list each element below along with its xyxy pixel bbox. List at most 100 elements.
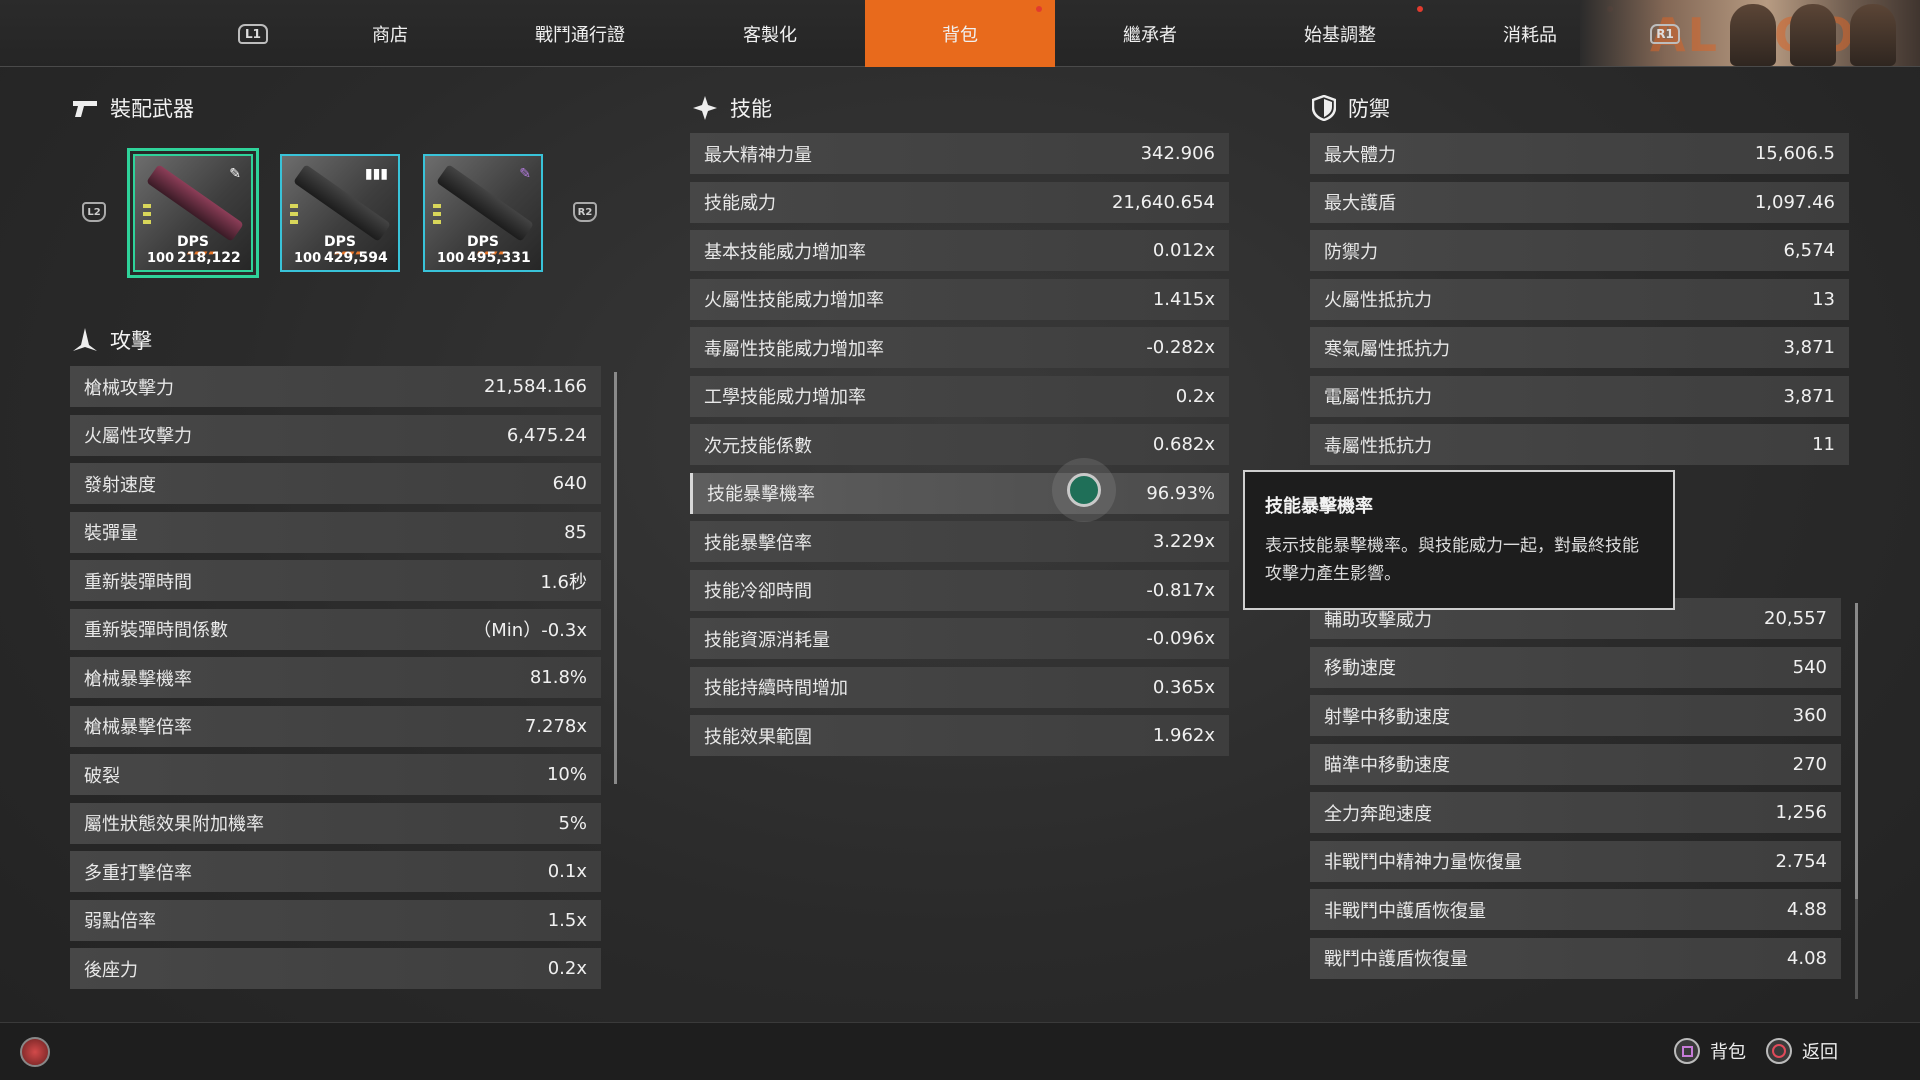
banner-character-image xyxy=(1850,4,1896,66)
tab-inventory[interactable]: 背包 xyxy=(865,0,1055,67)
defense-scrollbar[interactable] xyxy=(1855,603,1858,999)
weapons-section-header: 裝配武器 xyxy=(72,93,194,123)
inventory-button[interactable]: 背包 xyxy=(1674,1038,1746,1064)
stat-row-fire-skill-modifier: 火屬性技能威力增加率 1.415x xyxy=(690,278,1229,320)
stat-row-toxic-resistance: 毒屬性抵抗力 11 xyxy=(1310,424,1849,465)
ammo-type-icon: ✎ xyxy=(229,166,241,182)
weapon-slot-2[interactable]: ▰▰▰▰ ▮▮▮ 100 DPS 429,594 xyxy=(280,154,400,272)
defense-scroll-thumb[interactable] xyxy=(1855,603,1858,899)
skill-title: 技能 xyxy=(730,97,772,121)
stat-row-tech-skill-modifier: 工學技能威力增加率 0.2x xyxy=(690,375,1229,417)
stat-row-skill-cooldown: 技能冷卻時間 -0.817x xyxy=(690,569,1229,611)
stat-row-skill-range: 技能效果範圍 1.962x xyxy=(690,715,1229,756)
stat-row-out-of-combat-shield-recovery: 非戰鬥中護盾恢復量 4.88 xyxy=(1310,889,1841,930)
weapon-dps: DPS 495,331 xyxy=(467,234,531,266)
stat-row-sprint-speed: 全力奔跑速度 1,256 xyxy=(1310,792,1841,833)
cursor-dot xyxy=(1067,473,1101,507)
attack-title: 攻擊 xyxy=(110,329,152,353)
stat-row-magazine: 裝彈量 85 xyxy=(70,511,601,553)
tab-descendants[interactable]: 繼承者 xyxy=(1055,0,1245,67)
skill-icon xyxy=(693,96,717,120)
tooltip-title: 技能暴擊機率 xyxy=(1265,496,1373,517)
r2-trigger-icon[interactable]: R2 xyxy=(573,202,597,222)
stat-row-skill-duration: 技能持續時間增加 0.365x xyxy=(690,666,1229,708)
back-button-label: 返回 xyxy=(1802,1042,1838,1063)
stat-row-reload-time: 重新裝彈時間 1.6秒 xyxy=(70,560,601,601)
inventory-button-label: 背包 xyxy=(1710,1042,1746,1063)
circle-button-icon xyxy=(1766,1038,1792,1064)
stat-row-defense: 防禦力 6,574 xyxy=(1310,230,1849,271)
stat-row-crit-damage: 槍械暴擊倍率 7.278x xyxy=(70,705,601,747)
back-button[interactable]: 返回 xyxy=(1766,1038,1838,1064)
event-banner[interactable]: AL BOON xyxy=(1580,0,1920,66)
stat-row-rupture: 破裂 10% xyxy=(70,754,601,795)
attack-scroll-thumb[interactable] xyxy=(614,372,617,784)
stat-row-reload-modifier: 重新裝彈時間係數 （Min）-0.3x xyxy=(70,608,601,650)
stat-row-skill-power: 技能威力 21,640.654 xyxy=(690,181,1229,223)
weapon-slot-3[interactable]: ▰▰▰▰ ✎ 100 DPS 495,331 xyxy=(423,154,543,272)
grade-bars xyxy=(290,204,298,228)
stat-row-fire-rate: 發射速度 640 xyxy=(70,463,601,504)
top-nav-bar: L1 商店 戰鬥通行證 客製化 背包 繼承者 始基調整 消耗品 AL BOON … xyxy=(0,0,1920,67)
ammo-type-icon: ▮▮▮ xyxy=(364,166,388,182)
tab-customize[interactable]: 客製化 xyxy=(675,0,865,67)
defense-stats-list-top[interactable]: 最大體力 15,606.5 最大護盾 1,097.46 防禦力 6,574 火屬性抵抗… xyxy=(1310,133,1849,473)
stat-row-electric-resistance: 電屬性抵抗力 3,871 xyxy=(1310,375,1849,417)
grade-bars xyxy=(143,204,151,228)
defense-title: 防禦 xyxy=(1348,97,1390,121)
weapon-level: 100 xyxy=(147,251,175,266)
weapon-dps: DPS 429,594 xyxy=(324,234,388,266)
attack-stats-list[interactable]: 槍械攻擊力 21,584.166 火屬性攻擊力 6,475.24 發射速度 640 裝… xyxy=(70,366,601,997)
l2-trigger-icon[interactable]: L2 xyxy=(82,202,106,222)
stat-row-dimension-skill-modifier: 次元技能係數 0.682x xyxy=(690,424,1229,465)
stat-row-skill-crit-rate[interactable]: 技能暴擊機率 96.93% xyxy=(690,472,1229,514)
stat-row-weak-point: 弱點倍率 1.5x xyxy=(70,899,601,941)
weapons-title: 裝配武器 xyxy=(110,97,194,121)
stat-row-max-shield: 最大護盾 1,097.46 xyxy=(1310,181,1849,223)
notification-dot xyxy=(1417,6,1423,12)
stat-row-out-of-combat-mp-recovery: 非戰鬥中精神力量恢復量 2.754 xyxy=(1310,840,1841,882)
stat-row-max-hp: 最大體力 15,606.5 xyxy=(1310,133,1849,174)
stat-row-status-chance: 屬性狀態效果附加機率 5% xyxy=(70,802,601,844)
controller-cursor[interactable] xyxy=(1052,458,1116,522)
notification-dot xyxy=(1036,6,1042,12)
weapon-level: 100 xyxy=(437,251,465,266)
banner-character-image xyxy=(1730,4,1776,66)
stat-tooltip: 技能暴擊機率 表示技能暴擊機率。與技能威力一起，對最終技能攻擊力產生影響。 xyxy=(1243,470,1675,610)
stat-row-toxic-skill-modifier: 毒屬性技能威力增加率 -0.282x xyxy=(690,327,1229,368)
stat-row-max-mp: 最大精神力量 342.906 xyxy=(690,133,1229,174)
l1-bumper-icon[interactable]: L1 xyxy=(238,24,268,44)
stat-row-chill-resistance: 寒氣屬性抵抗力 3,871 xyxy=(1310,327,1849,368)
stat-row-fire-resistance: 火屬性抵抗力 13 xyxy=(1310,278,1849,320)
weapon-dps: DPS 218,122 xyxy=(177,234,241,266)
defense-stats-list-bottom[interactable]: 輔助攻擊威力 20,557 移動速度 540 射擊中移動速度 360 瞄準中移動速度 2… xyxy=(1310,598,1841,986)
stat-row-skill-crit-damage: 技能暴擊倍率 3.229x xyxy=(690,521,1229,562)
stat-row-crit-rate: 槍械暴擊機率 81.8% xyxy=(70,657,601,698)
tab-shop[interactable]: 商店 xyxy=(295,0,485,67)
r1-bumper-icon[interactable]: R1 xyxy=(1650,24,1680,44)
skill-section-header: 技能 xyxy=(692,93,772,123)
square-button-icon xyxy=(1674,1038,1700,1064)
attack-section-header: 攻擊 xyxy=(72,325,152,355)
stat-row-fire-attack: 火屬性攻擊力 6,475.24 xyxy=(70,414,601,456)
stat-row-move-speed: 移動速度 540 xyxy=(1310,646,1841,688)
weapon-slot-1[interactable]: ▰▰▰▰ ✎ 100 DPS 218,122 xyxy=(127,148,259,278)
stat-row-recoil: 後座力 0.2x xyxy=(70,948,601,989)
banner-character-image xyxy=(1790,4,1836,66)
descendant-avatar-icon[interactable] xyxy=(20,1037,50,1067)
stat-row-gun-attack: 槍械攻擊力 21,584.166 xyxy=(70,366,601,407)
ammo-type-icon: ✎ xyxy=(519,166,531,182)
stat-row-skill-cost: 技能資源消耗量 -0.096x xyxy=(690,618,1229,659)
defense-section-header: 防禦 xyxy=(1312,93,1390,123)
stat-row-aiming-move-speed: 瞄準中移動速度 270 xyxy=(1310,743,1841,785)
grade-bars xyxy=(433,204,441,228)
tab-arche-tuning[interactable]: 始基調整 xyxy=(1245,0,1435,67)
tooltip-body: 表示技能暴擊機率。與技能威力一起，對最終技能攻擊力產生影響。 xyxy=(1265,536,1639,584)
tab-battle-pass[interactable]: 戰鬥通行證 xyxy=(485,0,675,67)
bottom-bar: 背包 返回 xyxy=(0,1022,1920,1080)
stat-row-multi-hit: 多重打擊倍率 0.1x xyxy=(70,851,601,892)
weapon-level: 100 xyxy=(294,251,322,266)
skill-stats-list[interactable]: 最大精神力量 342.906 技能威力 21,640.654 基本技能威力增加率 0.… xyxy=(690,133,1229,764)
attack-scrollbar[interactable] xyxy=(614,372,617,784)
attack-icon xyxy=(73,328,97,351)
